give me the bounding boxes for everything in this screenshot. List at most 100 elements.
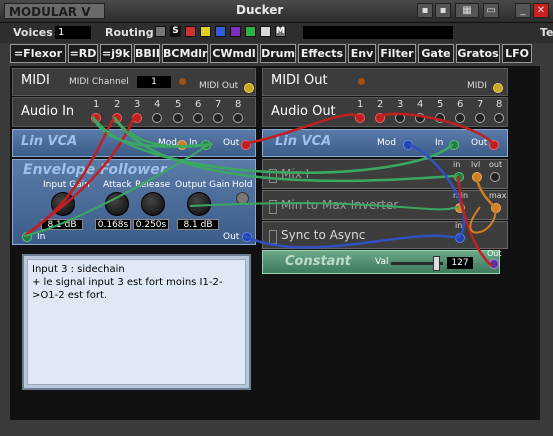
- app-logo: MODULAR V: [4, 3, 105, 19]
- audio-out-jack-7[interactable]: [475, 113, 485, 123]
- midi-title: MIDI: [21, 73, 50, 88]
- mix-module[interactable]: Mix I in lvl out: [262, 159, 508, 189]
- audio-out-jack-8[interactable]: [494, 113, 504, 123]
- lin-vca-in-jack[interactable]: [449, 140, 459, 150]
- hold-label: Hold: [232, 180, 253, 190]
- routing-gray-swatch[interactable]: [155, 26, 166, 37]
- audio-out-module[interactable]: Audio Out 1 2 3 4 5 6 7 8: [262, 97, 508, 127]
- routing-blue-swatch[interactable]: [215, 26, 226, 37]
- lin-vca-mod-jack[interactable]: [403, 140, 413, 150]
- midi-out-jack[interactable]: [244, 83, 254, 93]
- menu-gate[interactable]: Gate: [418, 44, 454, 63]
- sync-in-jack[interactable]: [455, 233, 465, 243]
- menu-j9k[interactable]: =j9k: [100, 44, 132, 63]
- routing-yellow-swatch[interactable]: [200, 26, 211, 37]
- hold-button[interactable]: [236, 192, 249, 205]
- status-field: [303, 26, 453, 39]
- comment-box[interactable]: Input 3 : sidechain + le signal input 3 …: [22, 254, 251, 390]
- routing-label: Routing: [105, 26, 154, 39]
- constant-slider-thumb[interactable]: [433, 256, 440, 271]
- audio-out-jack-2[interactable]: [375, 113, 385, 123]
- audio-in-jack-7[interactable]: [213, 113, 223, 123]
- inverter-in-jack[interactable]: [455, 203, 465, 213]
- save-icon[interactable]: ▪: [417, 3, 433, 18]
- sync-to-async-module[interactable]: Sync to Async in: [262, 221, 508, 249]
- menu-rd[interactable]: =RD: [68, 44, 98, 63]
- routing-purple-swatch[interactable]: [230, 26, 241, 37]
- audio-out-jack-6[interactable]: [455, 113, 465, 123]
- menu-drum[interactable]: Drum: [260, 44, 296, 63]
- attack-label: Attack: [103, 180, 132, 190]
- routing-green-swatch[interactable]: [245, 26, 256, 37]
- routing-s-button[interactable]: S: [170, 26, 181, 37]
- sync-handle-icon[interactable]: [269, 230, 277, 244]
- mix-out-label: out: [489, 160, 503, 169]
- midi-in-jack[interactable]: [493, 83, 503, 93]
- lin-vca-mod-jack[interactable]: [177, 140, 187, 150]
- voices-field[interactable]: 1: [55, 26, 91, 39]
- midi-module[interactable]: MIDI MIDI Channel 1 MIDI Out: [12, 68, 256, 96]
- menu-bcmdlr[interactable]: BCMdlr: [162, 44, 208, 63]
- output-gain-knob[interactable]: [187, 192, 211, 216]
- envelope-follower-module[interactable]: Envelope Follower Input Gain Attack Rele…: [12, 159, 256, 245]
- constant-module[interactable]: Constant Val 127 Out: [262, 249, 502, 274]
- midi-channel-field[interactable]: 1: [137, 76, 171, 88]
- audio-in-jack-1[interactable]: [91, 113, 101, 123]
- audio-out-jack-4[interactable]: [415, 113, 425, 123]
- audio-in-jack-4[interactable]: [152, 113, 162, 123]
- inverter-module[interactable]: Min to Max Inverter min max: [262, 190, 508, 220]
- menu-effects[interactable]: Effects: [298, 44, 346, 63]
- menu-bbii[interactable]: BBII: [134, 44, 160, 63]
- audio-in-jack-5[interactable]: [173, 113, 183, 123]
- audio-out-jack-1[interactable]: [355, 113, 365, 123]
- lin-vca-out-jack[interactable]: [241, 140, 251, 150]
- patch-workspace[interactable]: MIDI MIDI Channel 1 MIDI Out MIDI Out MI…: [10, 66, 540, 420]
- toolbar: Voices 1 Routing S M Te: [0, 23, 553, 43]
- envelope-out-jack[interactable]: [242, 232, 252, 242]
- inverter-out-jack[interactable]: [491, 203, 501, 213]
- attack-knob[interactable]: [105, 192, 129, 216]
- lin-vca-module[interactable]: Lin VCA Mod In Out: [262, 129, 508, 157]
- audio-in-jack-8[interactable]: [233, 113, 243, 123]
- routing-white-swatch[interactable]: [260, 26, 271, 37]
- audio-in-jack-6[interactable]: [193, 113, 203, 123]
- save-as-icon[interactable]: ▪: [435, 3, 451, 18]
- output-gain-label: Output Gain: [175, 180, 230, 190]
- lin-vca-title: Lin VCA: [21, 134, 78, 149]
- close-icon[interactable]: ✕: [533, 3, 549, 18]
- constant-out-jack[interactable]: [489, 259, 499, 269]
- comment-text[interactable]: Input 3 : sidechain + le signal input 3 …: [27, 259, 246, 385]
- routing-m-button[interactable]: M: [275, 26, 286, 37]
- mix-handle-icon[interactable]: [269, 169, 277, 183]
- envelope-in-jack[interactable]: [22, 232, 32, 242]
- menu-filter[interactable]: Filter: [378, 44, 416, 63]
- menu-gratos[interactable]: Gratos: [456, 44, 500, 63]
- lin-vca-out-jack[interactable]: [489, 140, 499, 150]
- grid-icon[interactable]: ▦: [455, 3, 479, 18]
- lin-vca-module[interactable]: Lin VCA Mod In Out: [12, 129, 256, 157]
- module-menu: =Flexor =RD =j9k BBII BCMdlr CWmdl Drum …: [10, 44, 540, 65]
- panel-icon[interactable]: ▭: [483, 3, 499, 18]
- menu-cwmdl[interactable]: CWmdl: [210, 44, 258, 63]
- minimize-icon[interactable]: _: [515, 3, 531, 18]
- routing-red-swatch[interactable]: [185, 26, 196, 37]
- inverter-handle-icon[interactable]: [269, 200, 277, 214]
- midi-out-module[interactable]: MIDI Out MIDI: [262, 68, 508, 96]
- input-gain-knob[interactable]: [51, 192, 75, 216]
- audio-in-jack-3[interactable]: [132, 113, 142, 123]
- menu-lfo[interactable]: LFO: [502, 44, 532, 63]
- lin-vca-in-jack[interactable]: [201, 140, 211, 150]
- menu-env[interactable]: Env: [348, 44, 376, 63]
- audio-in-jack-2[interactable]: [112, 113, 122, 123]
- mix-out-jack[interactable]: [490, 172, 500, 182]
- audio-out-jack-3[interactable]: [395, 113, 405, 123]
- menu-flexor[interactable]: =Flexor: [10, 44, 66, 63]
- mix-in-jack[interactable]: [454, 172, 464, 182]
- constant-value[interactable]: 127: [447, 257, 473, 269]
- release-knob[interactable]: [141, 192, 165, 216]
- release-label: Release: [135, 180, 171, 190]
- mix-lvl-jack[interactable]: [472, 172, 482, 182]
- audio-in-module[interactable]: Audio In 1 2 3 4 5 6 7 8: [12, 97, 256, 127]
- audio-out-jack-5[interactable]: [435, 113, 445, 123]
- audio-out-port-label: 4: [417, 99, 424, 110]
